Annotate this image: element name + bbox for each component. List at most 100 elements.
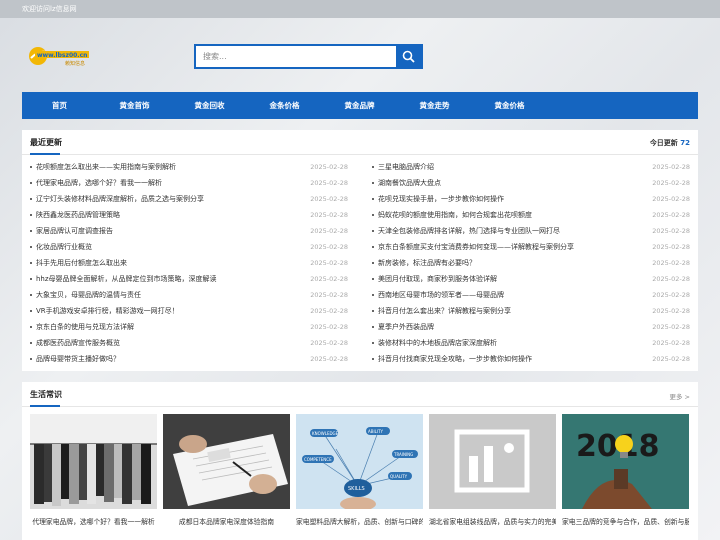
article-card[interactable]: 成都日本品牌家电深度体验指南: [163, 414, 290, 540]
latest-title: 最近更新: [30, 138, 62, 147]
list-item[interactable]: 新房装修，标注品牌有必要吗？ 2025-02-28: [372, 256, 690, 272]
nav-item-gold-price[interactable]: 黄金价格: [472, 92, 547, 119]
more-link[interactable]: 更多 >: [669, 391, 690, 401]
bullet-icon: [372, 294, 374, 296]
card-caption[interactable]: 湖北省家电组装线品牌，品质与实力的完美结合: [429, 516, 556, 526]
article-card[interactable]: 湖北省家电组装线品牌，品质与实力的完美结合: [429, 414, 556, 540]
list-item-title[interactable]: 品牌母婴带货主播好做吗？: [36, 354, 120, 364]
card-caption[interactable]: 家电塑料品牌大解析，品质、创新与口碑的完美结合: [296, 516, 423, 526]
nav-item-gold-jewelry[interactable]: 黄金首饰: [97, 92, 172, 119]
list-item[interactable]: 成都医药品牌宣传服务概览 2025-02-28: [30, 336, 348, 352]
nav-item-gold-brand[interactable]: 黄金品牌: [322, 92, 397, 119]
bullet-icon: [30, 214, 32, 216]
list-item[interactable]: 家居品牌认可度调查报告 2025-02-28: [30, 224, 348, 240]
today-count: 72: [680, 139, 690, 147]
list-item-title[interactable]: hhz母婴品牌全面解析，从品牌定位到市场策略，深度解读: [36, 274, 217, 284]
card-image-clothing[interactable]: [30, 414, 157, 509]
list-item-title[interactable]: VR手机游戏安卓排行榜，精彩游戏一网打尽！: [36, 306, 179, 316]
title-underline: [30, 405, 60, 407]
nav-item-gold-recycle[interactable]: 黄金回收: [172, 92, 247, 119]
list-item-title[interactable]: 家居品牌认可度调查报告: [36, 226, 113, 236]
list-item[interactable]: 辽宁灯头装修材料品牌深度解析，品质之选与案例分享 2025-02-28: [30, 192, 348, 208]
bullet-icon: [372, 198, 374, 200]
list-item-title[interactable]: 大象宝贝，母婴品牌的温情与责任: [36, 290, 141, 300]
list-item-title[interactable]: 抖音月付怎么套出来？详解教程与案例分享: [378, 306, 511, 316]
list-item[interactable]: 京东白条的使用与兑现方法详解 2025-02-28: [30, 320, 348, 336]
list-item[interactable]: 大象宝贝，母婴品牌的温情与责任 2025-02-28: [30, 288, 348, 304]
list-item[interactable]: hhz母婴品牌全面解析，从品牌定位到市场策略，深度解读 2025-02-28: [30, 272, 348, 288]
list-item-title[interactable]: 辽宁灯头装修材料品牌深度解析，品质之选与案例分享: [36, 194, 204, 204]
list-item-date: 2025-02-28: [652, 179, 690, 187]
nav-item-gold-bar-price[interactable]: 金条价格: [247, 92, 322, 119]
list-item[interactable]: 西南地区母婴市场的领军者——母婴品牌 2025-02-28: [372, 288, 690, 304]
life-tips-panel: 生活常识 更多 > 代理家电品牌，选哪个好？看我一一解析 成都日本品牌家电深度体…: [22, 382, 698, 540]
search-button[interactable]: [396, 46, 421, 67]
list-item-title[interactable]: 成都医药品牌宣传服务概览: [36, 338, 120, 348]
list-item-title[interactable]: 装修材料中的木地板品牌店家深度解析: [378, 338, 497, 348]
card-caption[interactable]: 成都日本品牌家电深度体验指南: [163, 516, 290, 526]
list-item-title[interactable]: 西南地区母婴市场的领军者——母婴品牌: [378, 290, 504, 300]
card-image-writing[interactable]: [163, 414, 290, 509]
list-item[interactable]: 天津全包装修品牌排名详解，热门选择与专业团队一网打尽 2025-02-28: [372, 224, 690, 240]
bullet-icon: [30, 166, 32, 168]
list-item[interactable]: 美团月付取现，商家秒到服务体验详解 2025-02-28: [372, 272, 690, 288]
list-item[interactable]: 化妆品牌行业概览 2025-02-28: [30, 240, 348, 256]
article-card[interactable]: 代理家电品牌，选哪个好？看我一一解析: [30, 414, 157, 540]
list-item-title[interactable]: 代理家电品牌，选哪个好？看我一一解析: [36, 178, 162, 188]
list-item-title[interactable]: 抖音月付找商家兑现全攻略，一步步教你如何操作: [378, 354, 532, 364]
list-item-date: 2025-02-28: [652, 275, 690, 283]
welcome-text: 欢迎访问lz信息网: [22, 5, 77, 13]
list-item[interactable]: VR手机游戏安卓排行榜，精彩游戏一网打尽！ 2025-02-28: [30, 304, 348, 320]
list-item-date: 2025-02-28: [310, 323, 348, 331]
skill-word: TRAINING: [393, 452, 413, 457]
list-item[interactable]: 抖手先用后付额度怎么取出来 2025-02-28: [30, 256, 348, 272]
list-item[interactable]: 湖南餐饮品牌大盘点 2025-02-28: [372, 176, 690, 192]
list-item[interactable]: 蚂蚁花呗的额度使用指南，如何合规套出花呗额度 2025-02-28: [372, 208, 690, 224]
list-item[interactable]: 代理家电品牌，选哪个好？看我一一解析 2025-02-28: [30, 176, 348, 192]
list-item-date: 2025-02-28: [652, 243, 690, 251]
list-item-title[interactable]: 京东白条额度买支付宝消费券如何变现——详解教程与案例分享: [378, 242, 574, 252]
list-item-title[interactable]: 花呗额度怎么取出来——实用指南与案例解析: [36, 162, 176, 172]
card-image-skills[interactable]: KNOWLEDGE ABILITY TRAINING QUALITY COMPE…: [296, 414, 423, 509]
article-card[interactable]: KNOWLEDGE ABILITY TRAINING QUALITY COMPE…: [296, 414, 423, 540]
list-item-title[interactable]: 蚂蚁花呗的额度使用指南，如何合规套出花呗额度: [378, 210, 532, 220]
list-item[interactable]: 装修材料中的木地板品牌店家深度解析 2025-02-28: [372, 336, 690, 352]
search-input[interactable]: [196, 46, 396, 67]
bullet-icon: [372, 310, 374, 312]
list-item-title[interactable]: 夏季户外西装品牌: [378, 322, 434, 332]
list-item[interactable]: 抖音月付找商家兑现全攻略，一步步教你如何操作 2025-02-28: [372, 352, 690, 368]
bullet-icon: [30, 246, 32, 248]
latest-list-right: 三星电脑品牌介绍 2025-02-28 湖南餐饮品牌大盘点 2025-02-28 花呗兑…: [372, 160, 690, 368]
card-image-placeholder[interactable]: [429, 414, 556, 509]
list-item-title[interactable]: 化妆品牌行业概览: [36, 242, 92, 252]
list-item[interactable]: 品牌母婴带货主播好做吗？ 2025-02-28: [30, 352, 348, 368]
list-item-title[interactable]: 新房装修，标注品牌有必要吗？: [378, 258, 476, 268]
site-logo[interactable]: www.lbsz00.cn 赖知信息: [27, 42, 89, 70]
bullet-icon: [372, 214, 374, 216]
list-item[interactable]: 抖音月付怎么套出来？详解教程与案例分享 2025-02-28: [372, 304, 690, 320]
list-item[interactable]: 花呗额度怎么取出来——实用指南与案例解析 2025-02-28: [30, 160, 348, 176]
bullet-icon: [30, 310, 32, 312]
nav-item-home[interactable]: 首页: [22, 92, 97, 119]
list-item-date: 2025-02-28: [652, 355, 690, 363]
list-item[interactable]: 京东白条额度买支付宝消费券如何变现——详解教程与案例分享 2025-02-28: [372, 240, 690, 256]
list-item[interactable]: 夏季户外西装品牌 2025-02-28: [372, 320, 690, 336]
card-image-2018[interactable]: 2018: [562, 414, 689, 509]
list-item-title[interactable]: 京东白条的使用与兑现方法详解: [36, 322, 134, 332]
list-item-title[interactable]: 陕西鑫龙医药品牌管理策略: [36, 210, 120, 220]
card-caption[interactable]: 代理家电品牌，选哪个好？看我一一解析: [30, 516, 157, 526]
list-item-title[interactable]: 湖南餐饮品牌大盘点: [378, 178, 441, 188]
list-item[interactable]: 花呗兑现实操手册，一步步教你如何操作 2025-02-28: [372, 192, 690, 208]
list-item-title[interactable]: 三星电脑品牌介绍: [378, 162, 434, 172]
article-card[interactable]: 2018 家电三品牌的竞争与合作，品质、创新与服务的较量: [562, 414, 689, 540]
list-item-title[interactable]: 抖手先用后付额度怎么取出来: [36, 258, 127, 268]
nav-item-gold-trend[interactable]: 黄金走势: [397, 92, 472, 119]
list-item-title[interactable]: 天津全包装修品牌排名详解，热门选择与专业团队一网打尽: [378, 226, 560, 236]
bullet-icon: [30, 358, 32, 360]
list-item[interactable]: 三星电脑品牌介绍 2025-02-28: [372, 160, 690, 176]
list-item-title[interactable]: 美团月付取现，商家秒到服务体验详解: [378, 274, 497, 284]
list-item-date: 2025-02-28: [310, 211, 348, 219]
list-item[interactable]: 陕西鑫龙医药品牌管理策略 2025-02-28: [30, 208, 348, 224]
list-item-title[interactable]: 花呗兑现实操手册，一步步教你如何操作: [378, 194, 504, 204]
card-caption[interactable]: 家电三品牌的竞争与合作，品质、创新与服务的较量: [562, 516, 689, 526]
